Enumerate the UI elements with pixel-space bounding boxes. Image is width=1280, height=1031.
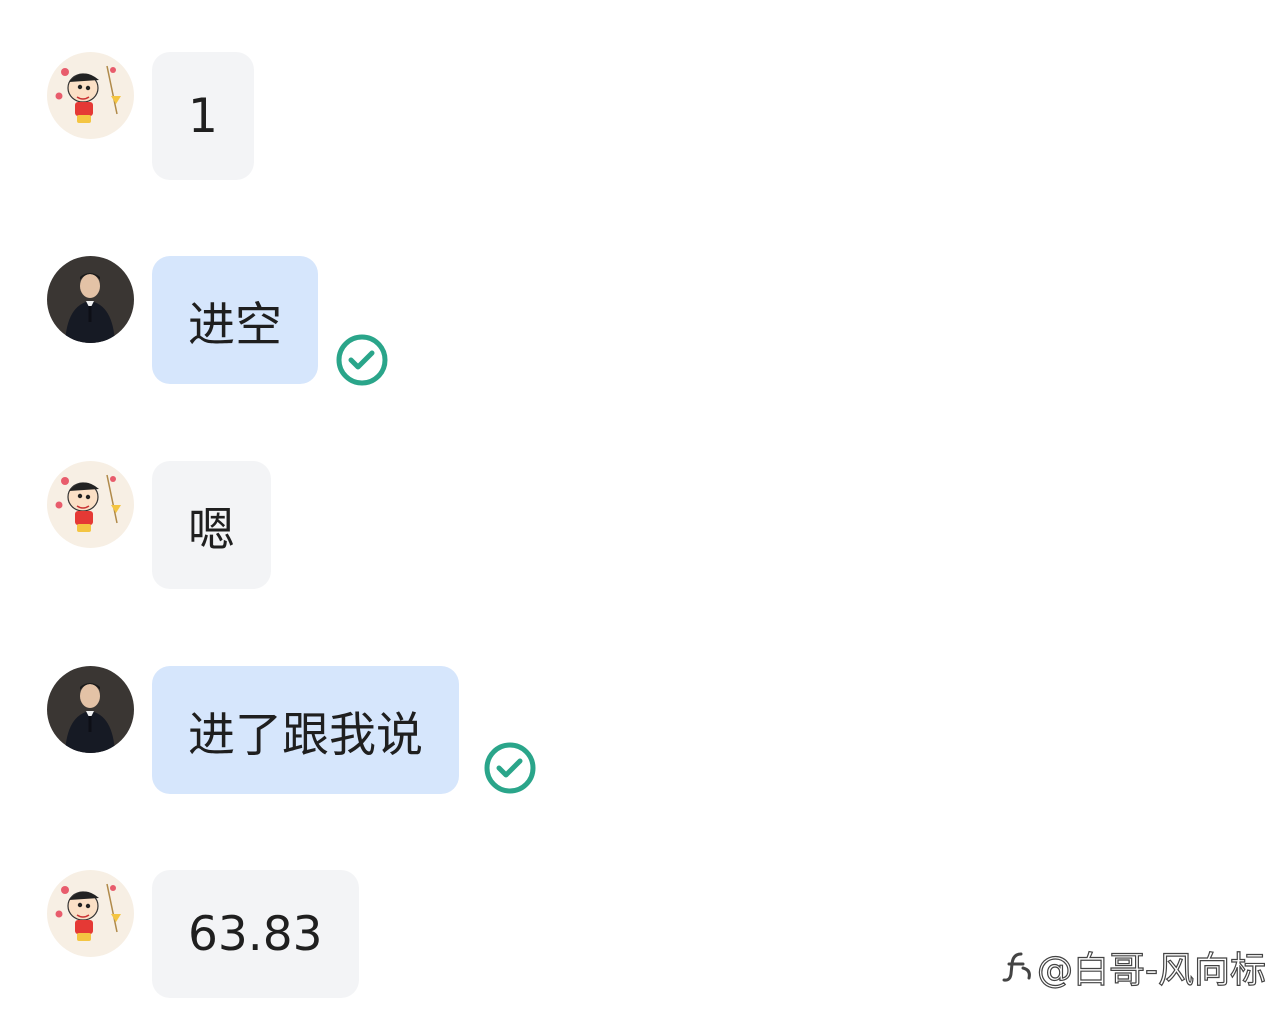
message-text: 嗯	[188, 502, 235, 558]
message-bubble[interactable]: 1	[152, 52, 254, 180]
my-avatar[interactable]	[47, 666, 134, 753]
message-bubble[interactable]: 63.83	[152, 870, 359, 998]
cartoon-avatar-icon	[47, 52, 134, 139]
chat-thread: 1 进空 嗯 进了跟我说 63.83 @白哥-风向标	[0, 0, 1280, 1031]
cartoon-avatar-icon	[47, 461, 134, 548]
message-text: 进了跟我说	[188, 707, 423, 763]
cartoon-avatar-icon	[47, 870, 134, 957]
my-avatar[interactable]	[47, 256, 134, 343]
message-row: 1	[0, 52, 1280, 182]
check-circle-icon	[335, 333, 389, 387]
platform-logo-icon	[1001, 950, 1035, 984]
watermark-text: @白哥-风向标	[1036, 949, 1266, 991]
message-bubble[interactable]: 进空	[152, 256, 318, 384]
contact-avatar[interactable]	[47, 461, 134, 548]
message-text: 1	[188, 88, 218, 144]
watermark: @白哥-风向标	[1001, 941, 1267, 993]
check-circle-icon	[483, 741, 537, 795]
message-bubble[interactable]: 嗯	[152, 461, 271, 589]
message-text: 63.83	[188, 906, 323, 962]
contact-avatar[interactable]	[47, 52, 134, 139]
message-row: 进了跟我说	[0, 666, 1280, 796]
message-text: 进空	[188, 297, 282, 353]
suit-man-avatar-icon	[47, 666, 134, 753]
message-row: 进空	[0, 256, 1280, 386]
message-row: 嗯	[0, 461, 1280, 591]
contact-avatar[interactable]	[47, 870, 134, 957]
suit-man-avatar-icon	[47, 256, 134, 343]
message-bubble[interactable]: 进了跟我说	[152, 666, 459, 794]
